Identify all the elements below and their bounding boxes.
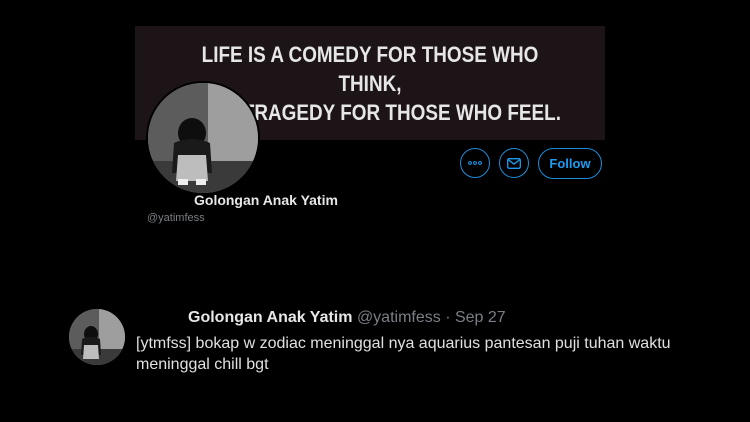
tweet-separator: · xyxy=(445,309,451,326)
profile-handle: @yatimfess xyxy=(147,212,205,224)
envelope-icon xyxy=(507,157,521,169)
tweet-author-handle[interactable]: @yatimfess xyxy=(357,309,441,326)
tweet-text: [ytmfss] bokap w zodiac meninggal nya aq… xyxy=(136,335,671,373)
message-button[interactable] xyxy=(499,148,529,178)
follow-button[interactable]: Follow xyxy=(538,148,602,179)
more-options-button[interactable] xyxy=(460,148,490,178)
avatar-photo xyxy=(148,83,258,193)
profile-display-name: Golongan Anak Yatim xyxy=(194,192,338,208)
tweet-avatar[interactable] xyxy=(69,309,125,365)
tweet-header: Golongan Anak Yatim @yatimfess · Sep 27 xyxy=(188,309,506,327)
avatar-photo xyxy=(69,309,125,365)
tweet-date[interactable]: Sep 27 xyxy=(455,309,506,326)
more-dots-icon xyxy=(468,161,482,165)
tweet-author-name[interactable]: Golongan Anak Yatim xyxy=(188,309,352,326)
profile-avatar[interactable] xyxy=(146,81,260,195)
